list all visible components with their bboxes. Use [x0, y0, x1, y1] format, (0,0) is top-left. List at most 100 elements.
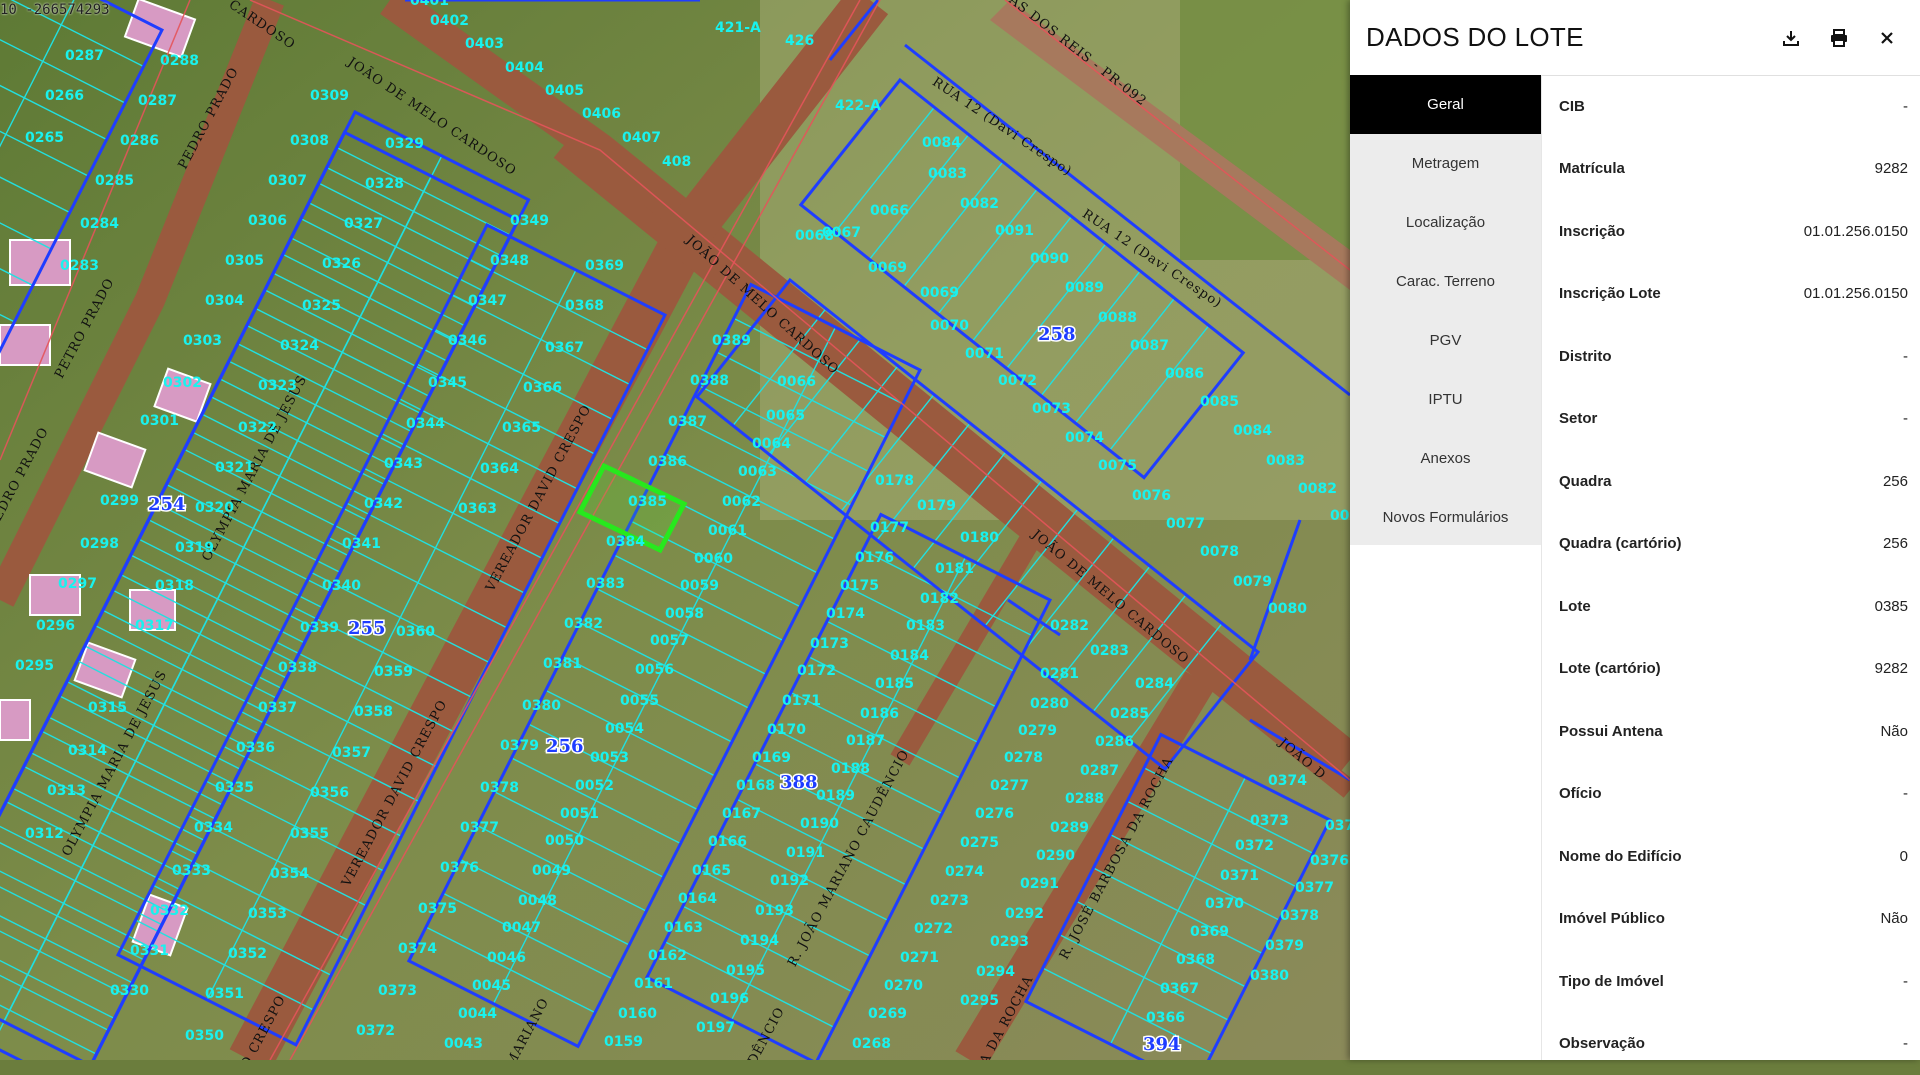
lot-number-label: 0085: [1200, 394, 1239, 410]
print-button[interactable]: [1824, 23, 1854, 53]
lot-number-label: 0404: [505, 60, 544, 76]
lot-number-label: 0276: [975, 806, 1014, 822]
lot-number-label: 0284: [1135, 676, 1174, 692]
field-label: Inscrição Lote: [1559, 285, 1661, 302]
lot-number-label: 0168: [736, 778, 775, 794]
lot-number-label: 426: [785, 33, 814, 49]
download-icon: [1781, 28, 1801, 48]
field-label: Nome do Edifício: [1559, 848, 1682, 865]
lot-number-label: 0308: [290, 133, 329, 149]
lot-number-label: 0407: [622, 130, 661, 146]
field-label: Imóvel Público: [1559, 910, 1665, 927]
field-row-quadra: Quadra256: [1559, 450, 1908, 513]
lot-number-label: 0090: [1030, 251, 1069, 267]
lot-number-label: 0305: [225, 253, 264, 269]
lot-number-label: 0379: [500, 738, 539, 754]
field-value: -: [1903, 348, 1908, 365]
lot-number-label: 0388: [690, 373, 729, 389]
tab-anexos[interactable]: Anexos: [1350, 429, 1541, 488]
lot-number-label: 0166: [708, 834, 747, 850]
lot-number-label: 0282: [1050, 618, 1089, 634]
map-canvas[interactable]: JOÃO DE MELO CARDOSOJOÃO DE MELO CARDOSO…: [0, 0, 1350, 1060]
lot-number-label: 0360: [396, 624, 435, 640]
close-button[interactable]: [1872, 23, 1902, 53]
lot-number-label: 0298: [80, 536, 119, 552]
field-list: CIB- Matrícula9282 Inscrição01.01.256.01…: [1541, 75, 1920, 1060]
lot-number-label: 0268: [852, 1036, 891, 1052]
lot-number-label: 0165: [692, 863, 731, 879]
lot-number-label: 0315: [88, 700, 127, 716]
lot-number-label: 0281: [1040, 666, 1079, 682]
lot-number-label: 0066: [777, 374, 816, 390]
lot-number-label: 0353: [248, 906, 287, 922]
field-row-tipo-imovel: Tipo de Imóvel -: [1559, 950, 1908, 1013]
field-value: -: [1903, 410, 1908, 427]
lot-number-label: 0088: [1098, 310, 1137, 326]
lot-number-label: 0317: [135, 618, 174, 634]
lot-number-label: 0082: [1298, 481, 1337, 497]
tab-carac-terreno[interactable]: Carac. Terreno: [1350, 252, 1541, 311]
lot-number-label: 0295: [15, 658, 54, 674]
block-number-label: 258: [1038, 324, 1076, 345]
lot-number-label: 0070: [930, 318, 969, 334]
lot-number-label: 0401: [410, 0, 449, 9]
lot-number-label: 0345: [428, 375, 467, 391]
tab-metragem[interactable]: Metragem: [1350, 134, 1541, 193]
lot-number-label: 422-A: [835, 98, 881, 114]
lot-number-label: 0347: [468, 293, 507, 309]
field-row-lote: Lote0385: [1559, 575, 1908, 638]
lot-number-label: 0069: [920, 285, 959, 301]
lot-number-label: 0384: [606, 534, 645, 550]
lot-number-label: 0302: [163, 375, 202, 391]
tab-localizacao[interactable]: Localização: [1350, 193, 1541, 252]
lot-number-label: 0083: [928, 166, 967, 182]
download-button[interactable]: [1776, 23, 1806, 53]
lot-number-label: 0367: [1160, 981, 1199, 997]
lot-number-label: 0365: [502, 420, 541, 436]
map-view[interactable]: JOÃO DE MELO CARDOSOJOÃO DE MELO CARDOSO…: [0, 0, 1350, 1060]
lot-number-label: 0048: [518, 893, 557, 909]
field-row-oficio: Ofício-: [1559, 763, 1908, 826]
lot-number-label: 0047: [502, 920, 541, 936]
lot-number-label: 0069: [868, 260, 907, 276]
lot-number-label: 0280: [1030, 696, 1069, 712]
lot-number-label: 0306: [248, 213, 287, 229]
lot-number-label: 0160: [618, 1006, 657, 1022]
field-value: 0385: [1875, 598, 1908, 615]
lot-number-label: 0181: [935, 561, 974, 577]
field-value: -: [1903, 973, 1908, 990]
lot-number-label: 0175: [840, 578, 879, 594]
lot-number-label: 0159: [604, 1034, 643, 1050]
lot-number-label: 0084: [922, 135, 961, 151]
lot-number-label: 0172: [797, 663, 836, 679]
lot-number-label: 0065: [766, 408, 805, 424]
tab-geral[interactable]: Geral: [1350, 75, 1541, 134]
lot-number-label: 0284: [80, 216, 119, 232]
lot-number-label: 0091: [995, 223, 1034, 239]
tab-pgv[interactable]: PGV: [1350, 311, 1541, 370]
lot-number-label: 0336: [236, 740, 275, 756]
tab-novos-formularios[interactable]: Novos Formulários: [1350, 488, 1541, 547]
lot-number-label: 0293: [990, 934, 1029, 950]
lot-number-label: 0319: [175, 540, 214, 556]
lot-number-label: 0363: [458, 501, 497, 517]
lot-number-label: 0314: [68, 743, 107, 759]
lot-number-label: 0174: [826, 606, 865, 622]
tab-iptu[interactable]: IPTU: [1350, 370, 1541, 429]
lot-number-label: 0189: [816, 788, 855, 804]
field-label: Tipo de Imóvel: [1559, 973, 1664, 990]
lot-number-label: 0072: [998, 373, 1037, 389]
lot-number-label: 0403: [465, 36, 504, 52]
lot-number-label: 0324: [280, 338, 319, 354]
lot-number-label: 0176: [855, 550, 894, 566]
lot-number-label: 0325: [302, 298, 341, 314]
lot-number-label: 0332: [150, 903, 189, 919]
lot-number-label: 0052: [575, 778, 614, 794]
lot-number-label: 0352: [228, 946, 267, 962]
lot-number-label: 0274: [945, 864, 984, 880]
lot-number-label: 0350: [185, 1028, 224, 1044]
lot-number-label: 0389: [712, 333, 751, 349]
lot-number-label: 0197: [696, 1020, 735, 1036]
lot-number-label: 0075: [1098, 458, 1137, 474]
lot-number-label: 0377: [460, 820, 499, 836]
